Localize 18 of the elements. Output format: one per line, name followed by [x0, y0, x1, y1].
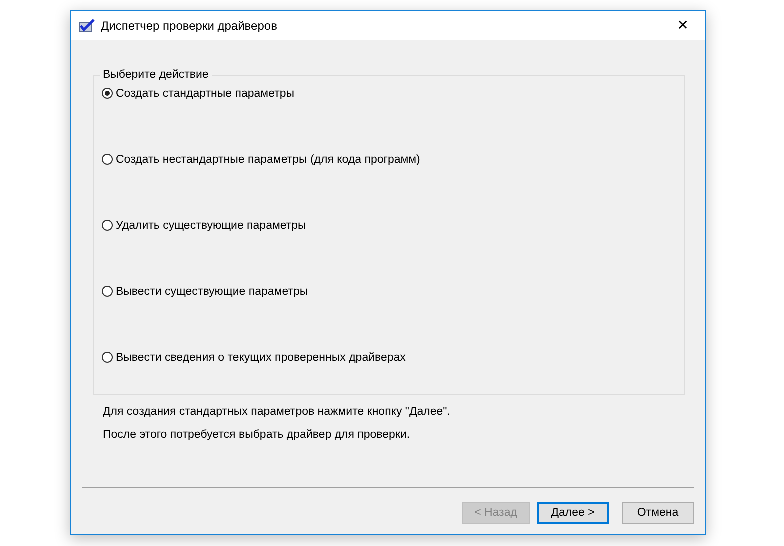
window-title: Диспетчер проверки драйверов	[101, 18, 278, 32]
info-text: Для создания стандартных параметров нажмите кнопку "Далее".	[103, 406, 452, 418]
group-legend: Выберите действие	[100, 69, 212, 81]
radio-option[interactable]: Вывести существующие параметры	[102, 283, 676, 300]
close-button[interactable]: ✕	[661, 11, 705, 40]
radio-button[interactable]	[102, 286, 113, 297]
radio-button[interactable]	[102, 88, 113, 99]
radio-option[interactable]: Вывести сведения о текущих проверенных драйверах	[102, 349, 676, 366]
radio-button[interactable]	[102, 220, 113, 231]
dialog-button[interactable]: Отмена	[622, 502, 694, 524]
radio-option[interactable]: Создать нестандартные параметры (для кода программ)	[102, 151, 676, 168]
radio-option[interactable]: Создать стандартные параметры	[102, 85, 676, 102]
radio-button[interactable]	[102, 352, 113, 363]
dialog-button[interactable]: Далее >	[537, 502, 609, 524]
radio-button[interactable]	[102, 154, 113, 165]
info-text: После этого потребуется выбрать драйвер для проверки.	[103, 429, 412, 441]
radio-option[interactable]: Удалить существующие параметры	[102, 217, 676, 234]
checkmark-icon	[79, 18, 95, 32]
